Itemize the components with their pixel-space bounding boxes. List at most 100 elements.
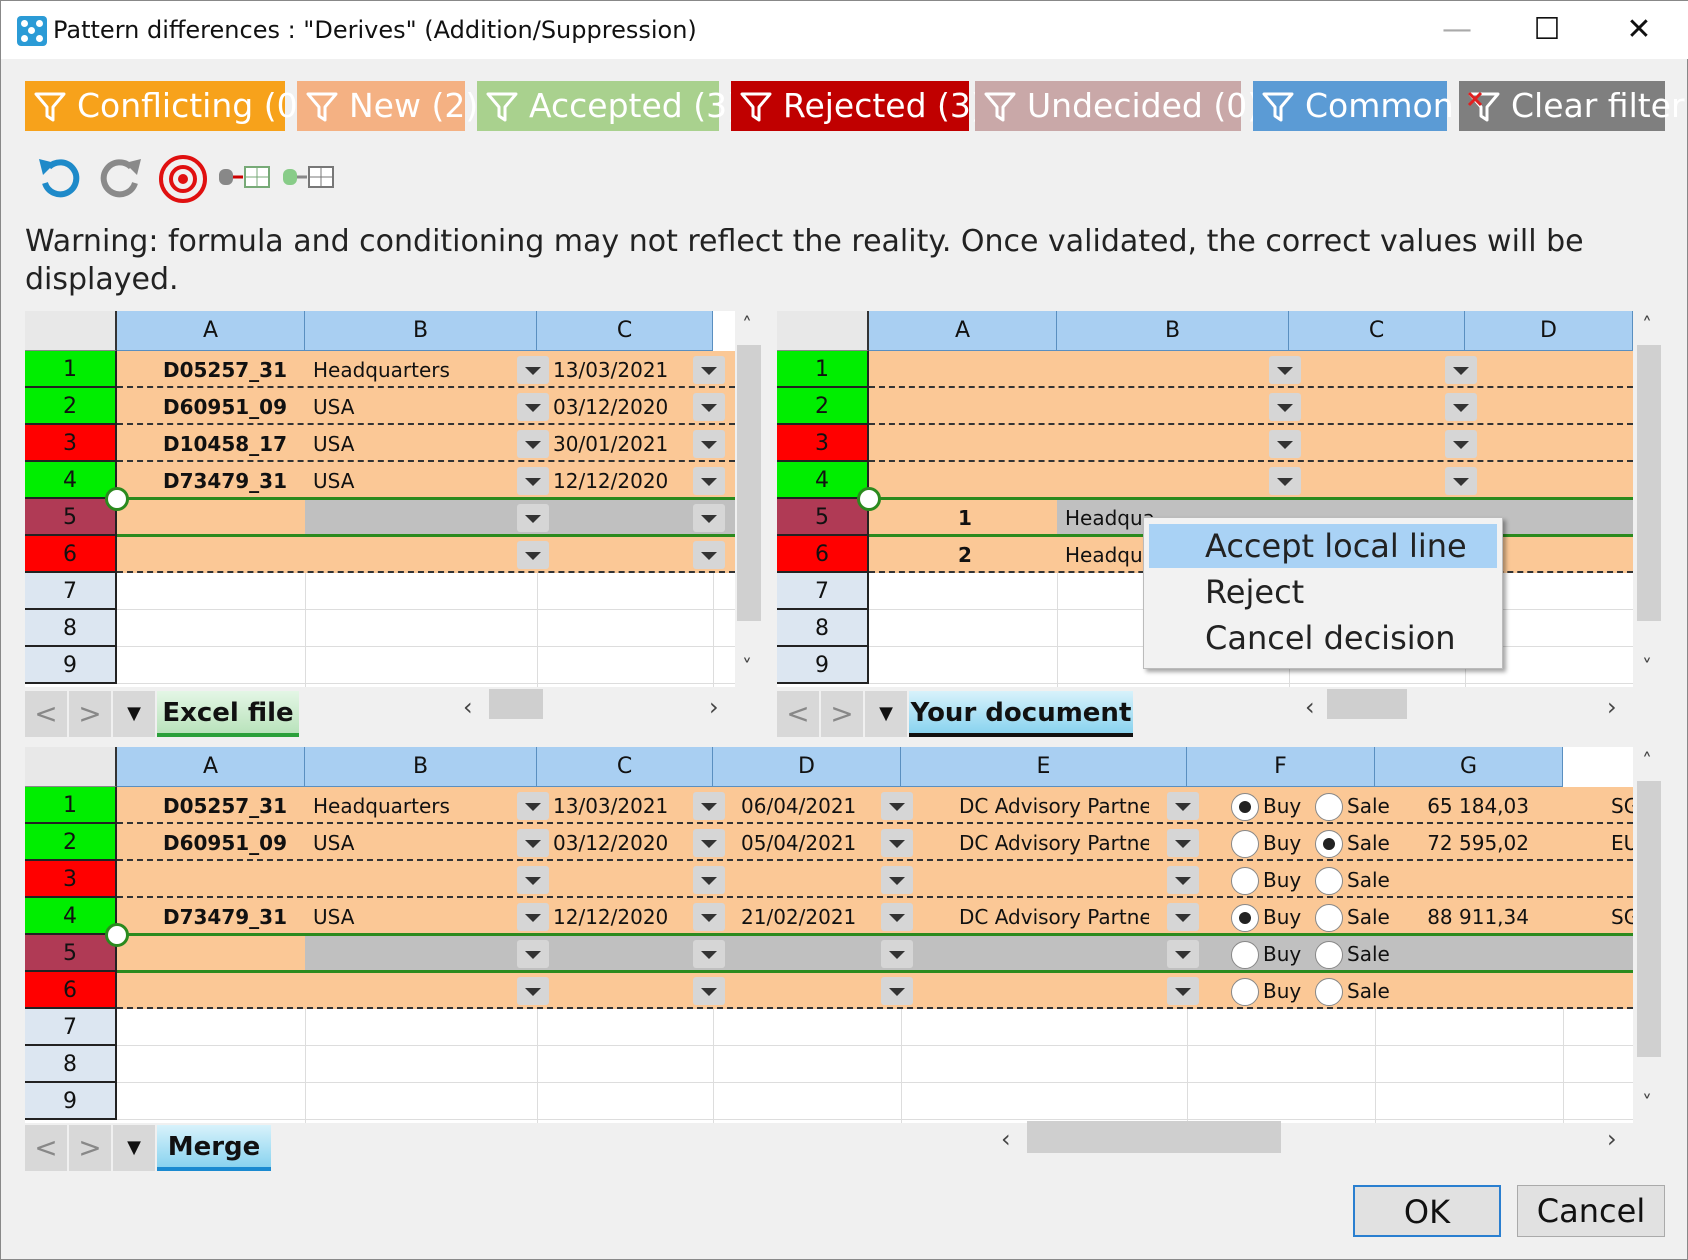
sale-radio[interactable] [1315, 867, 1343, 895]
prev-sheet-button[interactable]: < [25, 1125, 67, 1171]
cell-h[interactable]: EU [1611, 824, 1633, 862]
cell-h[interactable] [1611, 935, 1633, 973]
buy-radio[interactable] [1231, 904, 1259, 932]
cell-g[interactable]: 88 911,34 [1379, 898, 1529, 936]
right-horizontal-scroll-thumb[interactable] [1327, 689, 1407, 719]
row-header[interactable]: 6 [25, 972, 117, 1009]
scroll-down-icon[interactable]: ˅ [1642, 655, 1652, 679]
column-header[interactable]: B [305, 747, 537, 787]
cell-a[interactable]: 2 [877, 536, 1053, 574]
table-row[interactable]: D05257_31 Headquarters 13/03/2021 06/04/202… [117, 787, 1633, 824]
dropdown-icon[interactable] [693, 792, 725, 820]
dropdown-icon[interactable] [693, 467, 725, 495]
row-header[interactable]: 2 [25, 388, 117, 425]
table-row[interactable] [117, 1046, 1633, 1083]
filter-undecided-button[interactable]: Undecided (0) [975, 81, 1260, 131]
prev-sheet-button[interactable]: < [777, 691, 819, 737]
dropdown-icon[interactable] [693, 866, 725, 894]
cell-c[interactable] [553, 499, 673, 537]
cell-b[interactable] [313, 972, 493, 1010]
table-row[interactable] [869, 388, 1633, 425]
row-header[interactable]: 1 [25, 351, 117, 388]
dropdown-icon[interactable] [517, 541, 549, 569]
column-header[interactable]: F [1187, 747, 1375, 787]
dropdown-icon[interactable] [1269, 467, 1301, 495]
buy-radio[interactable] [1231, 830, 1259, 858]
cell-a[interactable] [163, 536, 303, 574]
prev-sheet-button[interactable]: < [25, 691, 67, 737]
table-row[interactable] [869, 462, 1633, 499]
table-row[interactable]: D73479_31 USA 12/12/2020 [117, 462, 735, 499]
cell-a[interactable]: 1 [877, 499, 1053, 537]
cell-d[interactable] [741, 972, 861, 1010]
cell-e[interactable] [959, 935, 1149, 973]
cell-a[interactable]: D73479_31 [163, 898, 303, 936]
row-header[interactable]: 7 [777, 573, 869, 610]
row-header[interactable]: 1 [25, 787, 117, 824]
cell-a[interactable]: D73479_31 [163, 462, 303, 500]
dropdown-icon[interactable] [1167, 866, 1199, 894]
dropdown-icon[interactable] [517, 866, 549, 894]
table-row[interactable]: D05257_31 Headquarters 13/03/2021 [117, 351, 735, 388]
cell-a[interactable] [163, 935, 303, 973]
tab-excel-file[interactable]: Excel file [157, 691, 299, 737]
insertion-marker-icon[interactable] [105, 487, 129, 511]
left-horizontal-scroll-thumb[interactable] [489, 689, 543, 719]
db-compare-green-icon[interactable] [283, 165, 335, 189]
cell-a[interactable] [877, 462, 1053, 500]
column-header[interactable]: E [901, 747, 1187, 787]
sale-radio[interactable] [1315, 793, 1343, 821]
merge-horizontal-scroll-thumb[interactable] [1027, 1121, 1281, 1153]
tab-merge[interactable]: Merge [157, 1125, 271, 1171]
target-icon[interactable] [157, 153, 209, 205]
buy-radio[interactable] [1231, 867, 1259, 895]
cell-c[interactable]: 30/01/2021 [553, 425, 673, 463]
dropdown-icon[interactable] [517, 940, 549, 968]
grid-corner[interactable] [25, 747, 117, 787]
cell-g[interactable]: 72 595,02 [1379, 824, 1529, 862]
dropdown-icon[interactable] [517, 430, 549, 458]
column-header[interactable]: A [117, 311, 305, 351]
filter-common-button[interactable]: Common [1253, 81, 1454, 131]
cell-e[interactable] [959, 972, 1149, 1010]
dropdown-icon[interactable] [693, 977, 725, 1005]
dropdown-icon[interactable] [517, 467, 549, 495]
dropdown-icon[interactable] [1269, 430, 1301, 458]
table-row[interactable] [117, 610, 735, 647]
dropdown-icon[interactable] [693, 541, 725, 569]
table-row[interactable] [117, 1083, 1633, 1120]
menu-item-accept-local-line[interactable]: Accept local line [1149, 524, 1497, 568]
sale-radio[interactable] [1315, 904, 1343, 932]
cell-b[interactable] [1065, 462, 1245, 500]
dropdown-icon[interactable] [693, 903, 725, 931]
buy-radio[interactable] [1231, 793, 1259, 821]
cell-b[interactable] [1065, 388, 1245, 426]
dropdown-icon[interactable] [1167, 903, 1199, 931]
table-row[interactable] [117, 536, 735, 573]
table-row[interactable]: Buy Sale [117, 861, 1633, 898]
cell-b[interactable] [313, 536, 493, 574]
dropdown-icon[interactable] [1445, 356, 1477, 384]
cell-g[interactable] [1379, 972, 1529, 1010]
row-header[interactable]: 3 [777, 425, 869, 462]
dropdown-icon[interactable] [1167, 940, 1199, 968]
sheet-dropdown-button[interactable]: ▼ [113, 1125, 155, 1171]
scroll-left-icon[interactable]: ‹ [1001, 1125, 1011, 1153]
filter-rejected-button[interactable]: Rejected (3) [731, 81, 984, 131]
dropdown-icon[interactable] [881, 829, 913, 857]
sheet-dropdown-button[interactable]: ▼ [113, 691, 155, 737]
cell-c[interactable] [553, 861, 673, 899]
row-header[interactable]: 5 [25, 935, 117, 972]
cell-d[interactable]: 05/04/2021 [741, 824, 861, 862]
cell-c[interactable]: 13/03/2021 [553, 787, 673, 825]
ok-button[interactable]: OK [1353, 1185, 1501, 1237]
table-row[interactable]: D10458_17 USA 30/01/2021 [117, 425, 735, 462]
dropdown-icon[interactable] [517, 504, 549, 532]
next-sheet-button[interactable]: > [821, 691, 863, 737]
row-header[interactable]: 8 [777, 610, 869, 647]
left-vertical-scrollbar[interactable]: ˄ ˅ [735, 311, 761, 687]
insertion-marker-icon[interactable] [105, 923, 129, 947]
cell-b[interactable]: Headquarters [313, 351, 493, 389]
dropdown-icon[interactable] [1445, 393, 1477, 421]
table-row[interactable] [117, 1009, 1633, 1046]
